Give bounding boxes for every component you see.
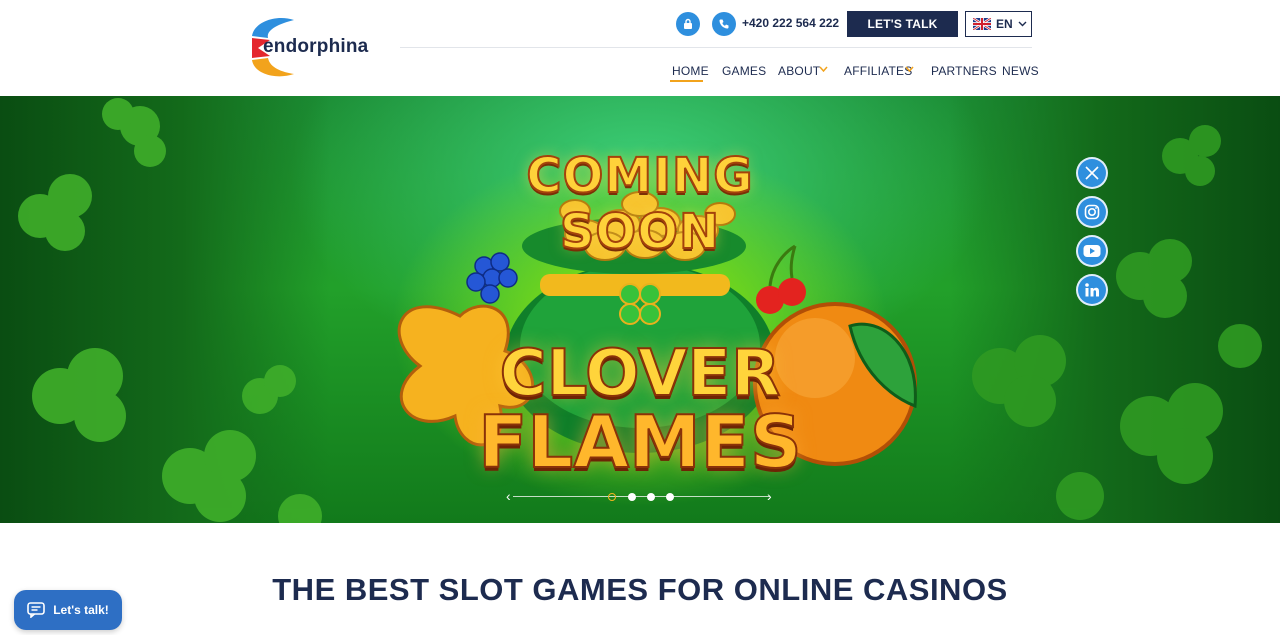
- endorphina-logo[interactable]: endorphina: [248, 16, 388, 78]
- language-label: EN: [996, 17, 1013, 31]
- slider-next-arrow-icon[interactable]: ›: [767, 489, 772, 503]
- page-title: THE BEST SLOT GAMES FOR ONLINE CASINOS: [272, 572, 1008, 607]
- chat-icon: [27, 602, 46, 618]
- affiliates-chevron-down-icon[interactable]: [905, 66, 914, 73]
- slider-track: [513, 496, 770, 497]
- header-divider: [400, 47, 1032, 48]
- about-chevron-down-icon[interactable]: [819, 66, 828, 73]
- slider-dot-4[interactable]: [666, 493, 674, 501]
- youtube-icon[interactable]: [1076, 235, 1108, 267]
- nav-home[interactable]: HOME: [672, 64, 709, 78]
- nav-affiliates[interactable]: AFFILIATES: [844, 64, 912, 78]
- nav-news[interactable]: NEWS: [1002, 64, 1039, 78]
- site-header: endorphina +420 222 564 222 LET'S TALK E…: [0, 0, 1280, 96]
- hero-coming-soon: COMING SOON: [525, 147, 754, 261]
- linkedin-icon[interactable]: [1076, 274, 1108, 306]
- slider-dot-3[interactable]: [647, 493, 655, 501]
- hero-game-title-line2: FLAMES: [477, 400, 802, 484]
- uk-flag-icon: [973, 18, 991, 30]
- nav-partners[interactable]: PARTNERS: [931, 64, 997, 78]
- nav-active-indicator: [670, 80, 703, 82]
- nav-about[interactable]: ABOUT: [778, 64, 820, 78]
- slider-dot-2[interactable]: [628, 493, 636, 501]
- chat-button[interactable]: Let's talk!: [14, 590, 122, 630]
- hero-game-title-line1: CLOVER: [499, 337, 782, 411]
- hero-slider[interactable]: COMING SOON CLOVER FLAMES ‹ ›: [0, 96, 1280, 523]
- phone-icon[interactable]: [712, 12, 736, 36]
- slider-dot-1[interactable]: [608, 493, 616, 501]
- phone-number-link[interactable]: +420 222 564 222: [742, 16, 839, 30]
- logo-wordmark: endorphina: [263, 36, 369, 57]
- x-icon[interactable]: [1076, 157, 1108, 189]
- nav-games[interactable]: GAMES: [722, 64, 766, 78]
- instagram-icon[interactable]: [1076, 196, 1108, 228]
- chevron-down-icon: [1018, 21, 1027, 27]
- lets-talk-button[interactable]: LET'S TALK: [847, 11, 958, 37]
- language-selector[interactable]: EN: [965, 11, 1032, 37]
- slider-prev-arrow-icon[interactable]: ‹: [506, 489, 511, 503]
- chat-button-label: Let's talk!: [53, 603, 109, 617]
- lock-icon[interactable]: [676, 12, 700, 36]
